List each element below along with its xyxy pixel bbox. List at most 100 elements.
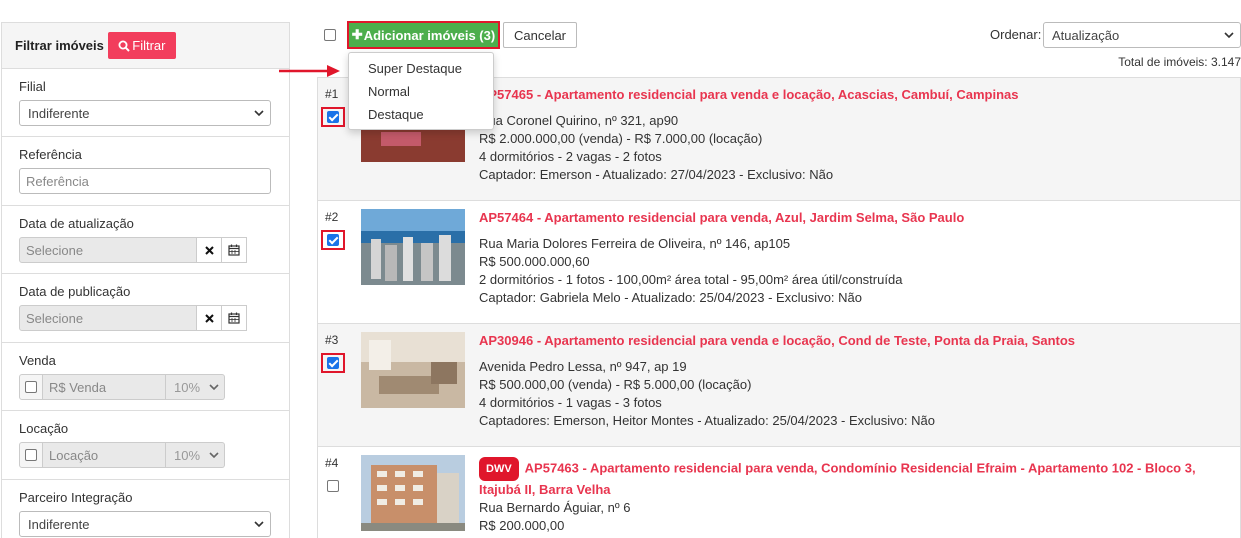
- item-number: #4: [325, 456, 339, 470]
- parceiro-section: Parceiro Integração Indiferente: [2, 480, 289, 538]
- item-select-wrap: [321, 476, 345, 496]
- venda-checkbox-wrap: [19, 374, 43, 400]
- venda-checkbox[interactable]: [25, 381, 37, 393]
- select-all-checkbox[interactable]: [324, 29, 336, 41]
- locacao-pct-value: 10%: [174, 447, 201, 463]
- item-title-row: DWV AP57463 - Apartamento residencial par…: [479, 457, 1196, 481]
- locacao-checkbox-wrap: [19, 442, 43, 468]
- venda-section: Venda R$ Venda 10%: [2, 343, 289, 411]
- plus-icon: ✚: [351, 27, 363, 42]
- filial-section: Filial Indiferente: [2, 69, 289, 137]
- parceiro-value: Indiferente: [28, 516, 90, 532]
- item-number: #1: [325, 87, 339, 101]
- parceiro-select[interactable]: Indiferente: [19, 511, 271, 537]
- close-icon: [204, 245, 214, 255]
- item-meta: Captador: Gabriela Melo - Atualizado: 25…: [479, 290, 862, 305]
- item-number: #3: [325, 333, 339, 347]
- search-icon: [118, 40, 130, 52]
- venda-label: Venda: [19, 353, 56, 368]
- parceiro-label: Parceiro Integração: [19, 490, 133, 505]
- referencia-label: Referência: [19, 147, 82, 162]
- item-select-wrap: [321, 353, 345, 373]
- chevron-down-icon: [254, 110, 264, 117]
- add-type-menu: Super Destaque Normal Destaque: [348, 52, 494, 130]
- clear-date-button[interactable]: [197, 305, 222, 331]
- annotation-arrow-icon: [279, 65, 340, 77]
- dwv-badge: DWV: [479, 457, 519, 481]
- venda-input[interactable]: R$ Venda: [43, 374, 166, 400]
- list-item: #4 DWV AP57463 - Apartamento residencial …: [317, 447, 1241, 538]
- locacao-pct-select[interactable]: 10%: [166, 442, 225, 468]
- chevron-down-icon: [209, 384, 219, 391]
- chevron-down-icon: [254, 521, 264, 528]
- clear-date-button[interactable]: [197, 237, 222, 263]
- item-info: DWV AP57463 - Apartamento residencial par…: [479, 457, 1196, 535]
- item-title[interactable]: AP30946 - Apartamento residencial para v…: [479, 332, 1075, 350]
- item-details: 4 dormitórios - 2 vagas - 2 fotos: [479, 149, 662, 164]
- item-title[interactable]: AP57465 - Apartamento residencial para v…: [479, 86, 1019, 104]
- venda-placeholder: R$ Venda: [49, 379, 107, 395]
- filter-button[interactable]: Filtrar: [107, 32, 176, 59]
- order-label: Ordenar:: [990, 27, 1042, 42]
- filial-select[interactable]: Indiferente: [19, 100, 271, 126]
- item-details: 2 dormitórios - 1 fotos - 100,00m² área …: [479, 272, 903, 287]
- add-properties-label: Adicionar imóveis (3): [363, 27, 496, 43]
- item-address: Rua Coronel Quirino, nº 321, ap90: [479, 113, 679, 128]
- filter-title: Filtrar imóveis: [15, 38, 104, 53]
- chevron-down-icon: [209, 452, 219, 459]
- item-price: R$ 2.000.000,00 (venda) - R$ 7.000,00 (l…: [479, 131, 763, 146]
- item-title[interactable]: AP57464 - Apartamento residencial para v…: [479, 209, 964, 227]
- item-meta: Captador: Emerson - Atualizado: 27/04/20…: [479, 167, 834, 182]
- filter-header: Filtrar imóveis Filtrar: [2, 23, 289, 69]
- data-atualizacao-placeholder: Selecione: [26, 242, 84, 258]
- calendar-button[interactable]: [222, 237, 247, 263]
- cancel-button[interactable]: Cancelar: [503, 22, 577, 48]
- data-publicacao-input[interactable]: Selecione: [19, 305, 197, 331]
- item-info: AP57464 - Apartamento residencial para v…: [479, 209, 964, 307]
- data-publicacao-section: Data de publicação Selecione: [2, 274, 289, 343]
- item-checkbox[interactable]: [327, 111, 339, 123]
- item-price: R$ 500.000,00 (venda) - R$ 5.000,00 (loc…: [479, 377, 752, 392]
- item-select-wrap: [321, 230, 345, 250]
- referencia-section: Referência Referência: [2, 137, 289, 206]
- data-publicacao-label: Data de publicação: [19, 284, 131, 299]
- locacao-checkbox[interactable]: [25, 449, 37, 461]
- item-checkbox[interactable]: [327, 234, 339, 246]
- item-title-cont[interactable]: Itajubá II, Barra Velha: [479, 481, 1196, 499]
- order-select[interactable]: Atualização: [1043, 22, 1241, 48]
- item-price: R$ 500.000.000,60: [479, 254, 590, 269]
- property-photo[interactable]: [361, 209, 465, 285]
- item-checkbox[interactable]: [327, 357, 339, 369]
- menu-item-destaque[interactable]: Destaque: [349, 104, 493, 127]
- data-atualizacao-label: Data de atualização: [19, 216, 134, 231]
- property-photo[interactable]: [361, 455, 465, 531]
- menu-item-super-destaque[interactable]: Super Destaque: [349, 58, 493, 81]
- item-number: #2: [325, 210, 339, 224]
- locacao-placeholder: Locação: [49, 447, 99, 463]
- filial-label: Filial: [19, 79, 46, 94]
- calendar-button[interactable]: [222, 305, 247, 331]
- item-title[interactable]: AP57463 - Apartamento residencial para v…: [525, 460, 1196, 475]
- referencia-input[interactable]: Referência: [19, 168, 271, 194]
- add-properties-button[interactable]: ✚ Adicionar imóveis (3): [347, 21, 500, 49]
- property-photo[interactable]: [361, 332, 465, 408]
- list-item: #2 AP57464 - Apartamento residencial par…: [317, 201, 1241, 324]
- data-atualizacao-section: Data de atualização Selecione: [2, 206, 289, 274]
- calendar-icon: [228, 312, 240, 324]
- item-select-wrap: [321, 107, 345, 127]
- close-icon: [204, 313, 214, 323]
- item-checkbox[interactable]: [327, 480, 339, 492]
- total-count: Total de imóveis: 3.147: [1118, 55, 1241, 69]
- item-address: Rua Bernardo Águiar, nº 6: [479, 500, 631, 515]
- filter-sidebar: Filtrar imóveis Filtrar Filial Indiferen…: [1, 22, 290, 538]
- list-item: #3 AP30946 - Apartamento residencial par…: [317, 324, 1241, 447]
- referencia-placeholder: Referência: [26, 173, 89, 189]
- locacao-input[interactable]: Locação: [43, 442, 166, 468]
- menu-item-normal[interactable]: Normal: [349, 81, 493, 104]
- item-info: AP57465 - Apartamento residencial para v…: [479, 86, 1019, 184]
- item-meta: Captadores: Emerson, Heitor Montes - Atu…: [479, 413, 935, 428]
- venda-pct-select[interactable]: 10%: [166, 374, 225, 400]
- data-publicacao-placeholder: Selecione: [26, 310, 84, 326]
- data-atualizacao-input[interactable]: Selecione: [19, 237, 197, 263]
- chevron-down-icon: [1224, 32, 1234, 39]
